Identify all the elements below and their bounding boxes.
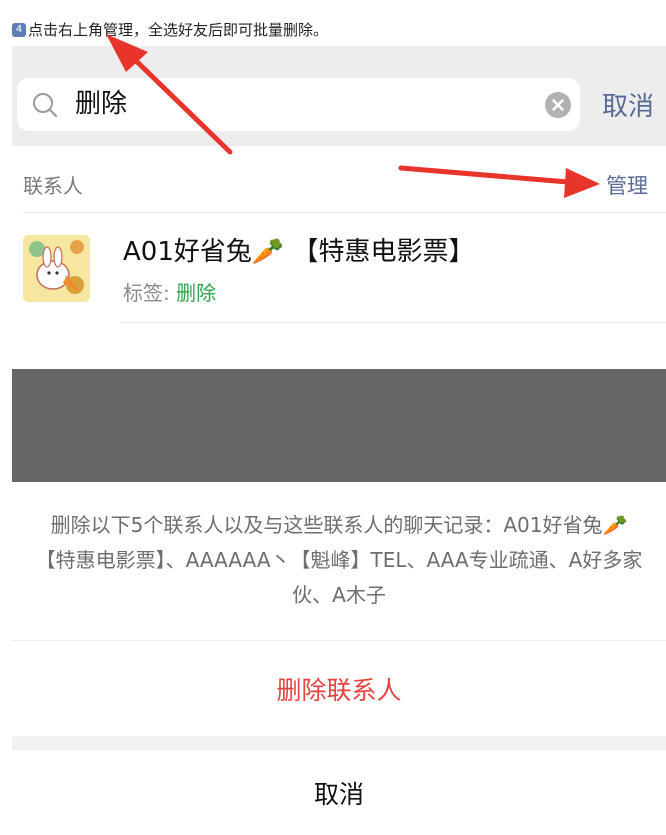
annotation-arrow <box>398 165 600 198</box>
annotation-arrows <box>106 34 600 198</box>
annotation-arrow <box>106 34 233 155</box>
